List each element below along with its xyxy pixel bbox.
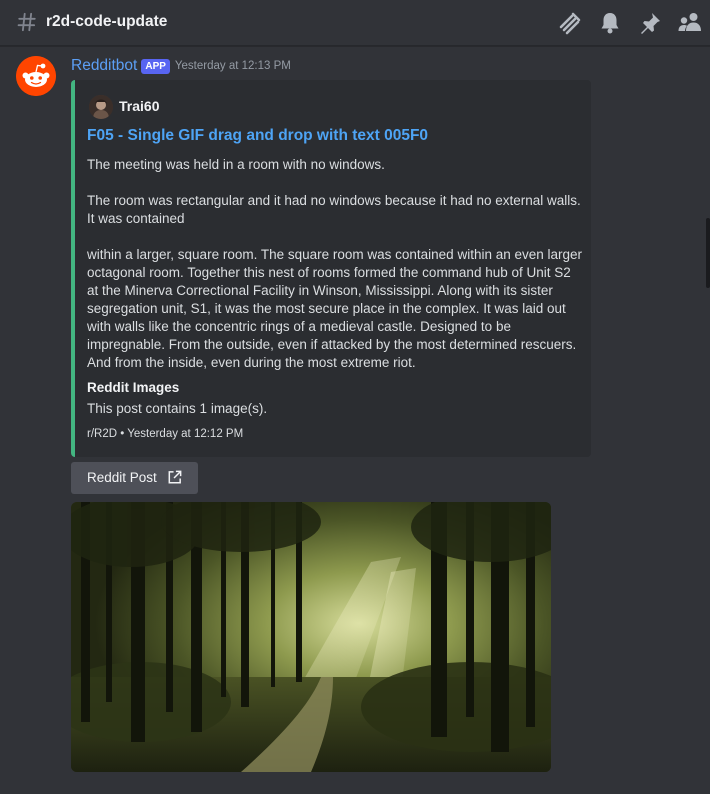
author-name[interactable]: Redditbot bbox=[71, 57, 137, 74]
embed-description: The meeting was held in a room with no w… bbox=[87, 156, 583, 372]
reddit-snoo-icon[interactable] bbox=[16, 56, 56, 96]
channel-name: r2d-code-update bbox=[46, 13, 168, 30]
app-badge: APP bbox=[141, 58, 170, 74]
embed-field-name: Reddit Images bbox=[87, 380, 180, 395]
embed-footer: r/R2D • Yesterday at 12:12 PM bbox=[87, 428, 244, 440]
pin-icon[interactable] bbox=[637, 10, 663, 36]
scrollbar[interactable] bbox=[706, 218, 710, 288]
reddit-post-button-label: Reddit Post bbox=[87, 470, 157, 485]
description-paragraph: within a larger, square room. The square… bbox=[87, 247, 583, 370]
channel-header: r2d-code-update bbox=[0, 0, 710, 46]
embed-author-name[interactable]: Trai60 bbox=[119, 98, 159, 114]
reddit-embed: Trai60 F05 - Single GIF drag and drop wi… bbox=[71, 80, 591, 457]
message-header: Redditbot APP Yesterday at 12:13 PM bbox=[71, 57, 291, 77]
embed-field-value: This post contains 1 image(s). bbox=[87, 401, 268, 416]
members-icon[interactable] bbox=[677, 10, 703, 36]
external-link-icon bbox=[168, 470, 182, 484]
embed-title-link[interactable]: F05 - Single GIF drag and drop with text… bbox=[87, 127, 428, 145]
forest-image[interactable] bbox=[71, 502, 551, 772]
hash-icon bbox=[17, 12, 36, 32]
reddit-post-button[interactable]: Reddit Post bbox=[71, 462, 198, 494]
description-paragraph: The meeting was held in a room with no w… bbox=[87, 157, 385, 172]
threads-icon[interactable] bbox=[557, 10, 583, 36]
bell-icon[interactable] bbox=[597, 10, 623, 36]
author-avatar-icon bbox=[89, 95, 113, 119]
message-timestamp[interactable]: Yesterday at 12:13 PM bbox=[175, 60, 291, 72]
description-paragraph: The room was rectangular and it had no w… bbox=[87, 193, 581, 226]
